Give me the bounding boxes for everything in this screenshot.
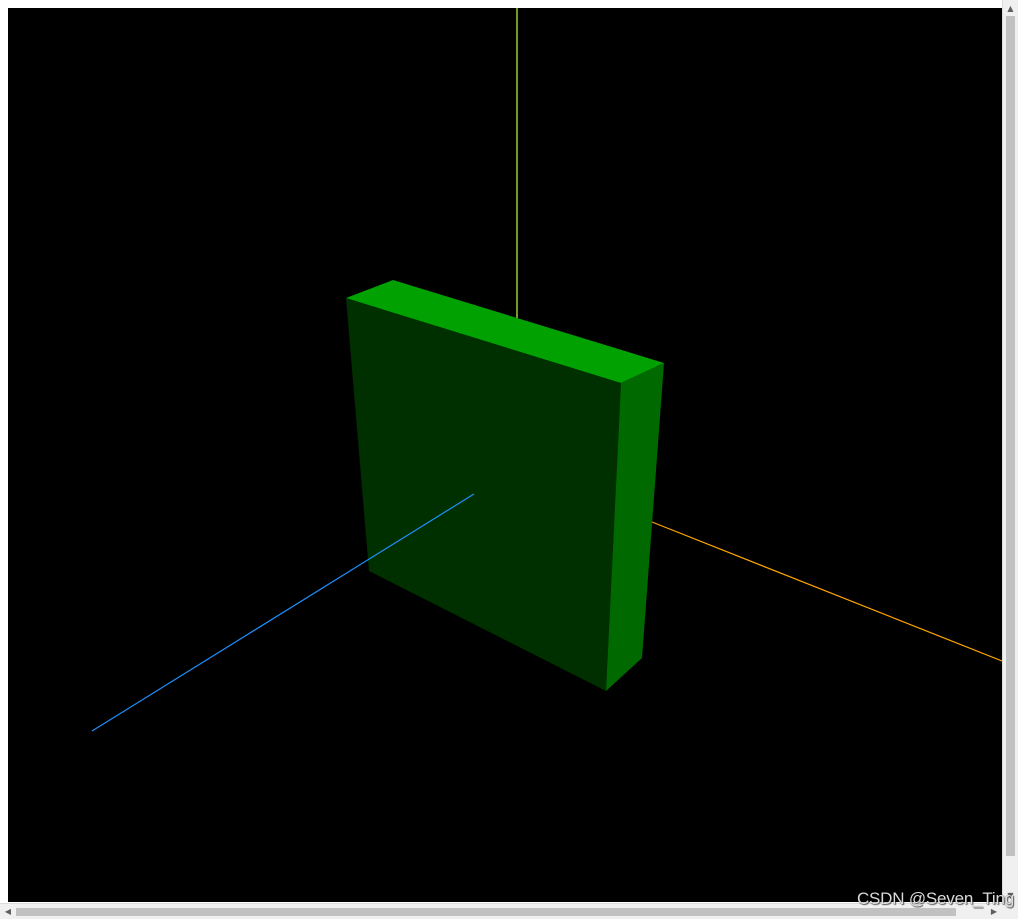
webgl-canvas[interactable]: [8, 8, 1002, 902]
three-scene[interactable]: [8, 8, 1002, 902]
vertical-scrollbar[interactable]: ▲ ▼: [1002, 0, 1018, 903]
horizontal-scroll-thumb[interactable]: [16, 908, 956, 916]
horizontal-scrollbar[interactable]: ◀ ▶: [0, 903, 1002, 919]
scroll-left-icon[interactable]: ◀: [0, 904, 16, 919]
watermark-text: CSDN @Seven_Ting: [856, 889, 1014, 908]
scroll-up-icon[interactable]: ▲: [1003, 0, 1018, 16]
vertical-scroll-thumb[interactable]: [1006, 16, 1015, 856]
